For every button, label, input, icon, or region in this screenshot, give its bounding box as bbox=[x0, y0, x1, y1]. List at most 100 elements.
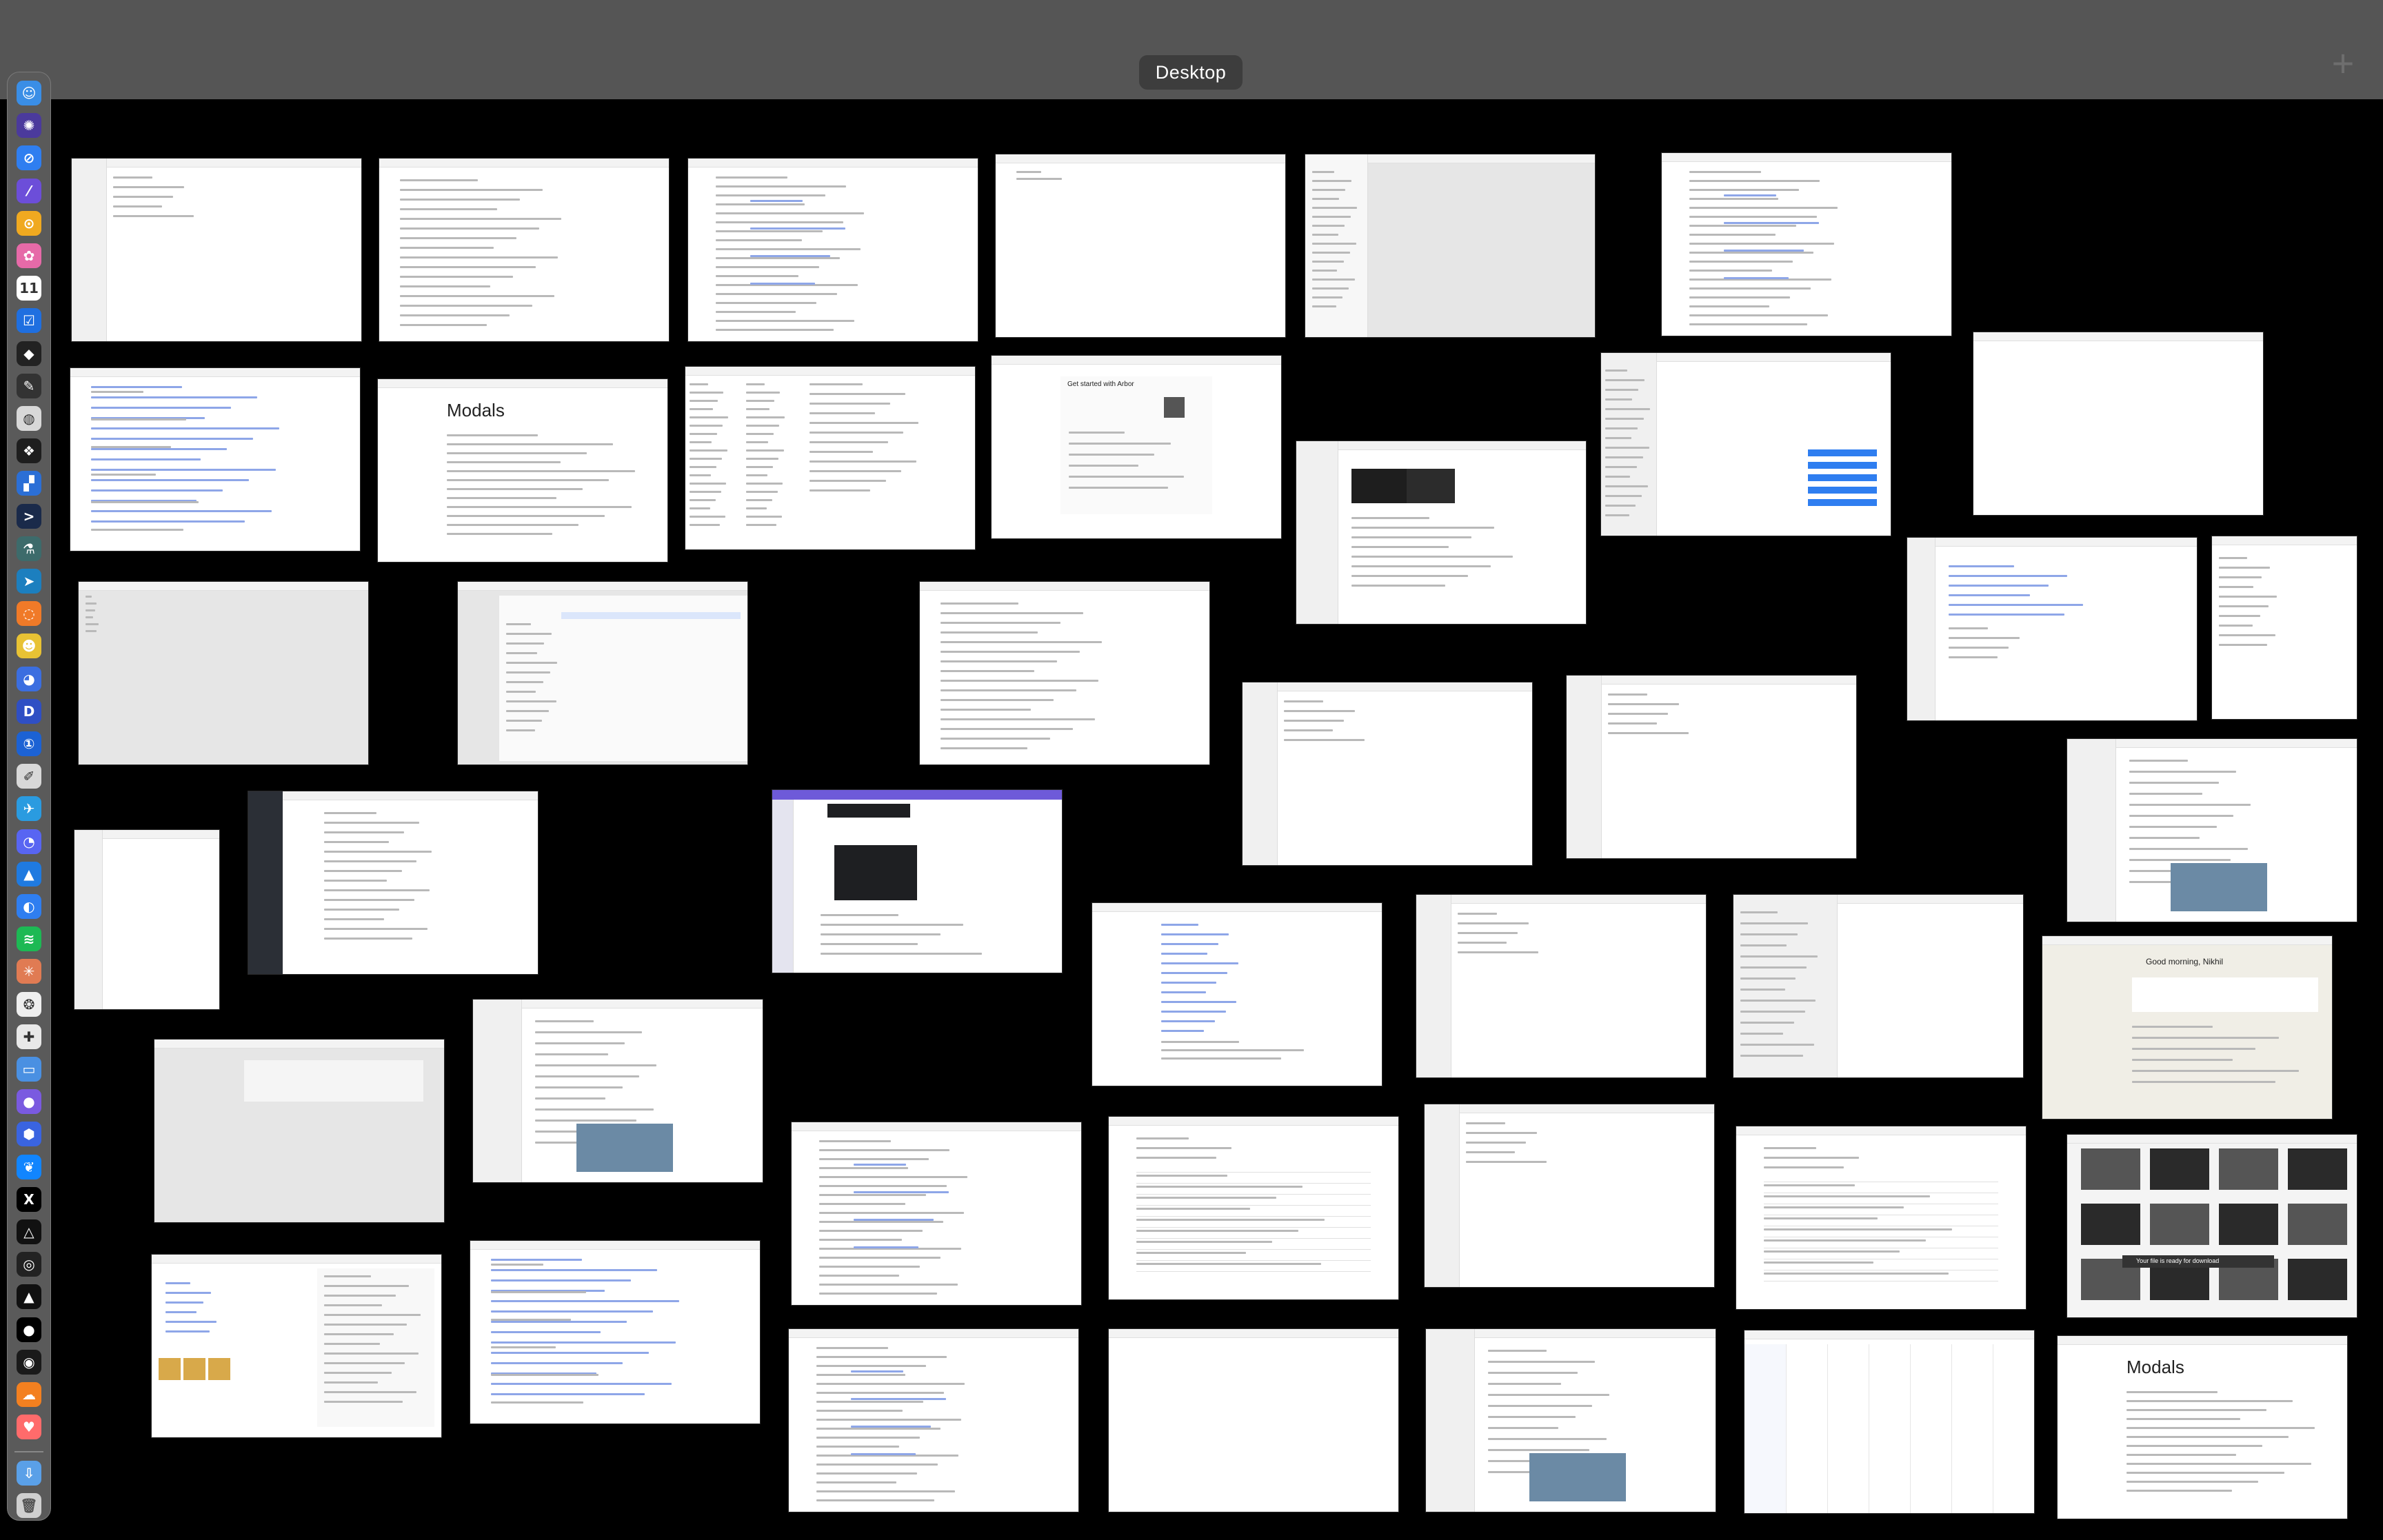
ai-assistant-icon[interactable]: ✺ bbox=[17, 113, 41, 138]
a-app-icon[interactable]: ▲ bbox=[17, 1284, 41, 1309]
text-line bbox=[746, 499, 772, 501]
script-app-icon[interactable]: ✐ bbox=[17, 764, 41, 789]
chatgpt-icon[interactable]: ❂ bbox=[17, 992, 41, 1017]
window-thumbnail-27[interactable] bbox=[1733, 895, 2023, 1077]
tasks-icon[interactable]: ☑ bbox=[17, 308, 41, 333]
window-thumbnail-10[interactable]: Get started with Arbor bbox=[992, 356, 1281, 538]
ring-app-icon[interactable]: ◌ bbox=[17, 601, 41, 626]
text-line bbox=[1764, 1273, 1949, 1275]
text-line bbox=[113, 186, 185, 188]
window-titlebar bbox=[1243, 682, 1532, 691]
window-thumbnail-09[interactable] bbox=[685, 367, 975, 549]
x-app-icon[interactable]: X bbox=[17, 1187, 41, 1212]
orb-app-icon[interactable]: ● bbox=[17, 1089, 41, 1114]
text-line bbox=[1689, 305, 1769, 307]
text-line bbox=[1161, 982, 1217, 984]
slack-icon[interactable]: ✚ bbox=[17, 1024, 41, 1049]
chat-app-icon[interactable]: ◕ bbox=[17, 667, 41, 691]
terminal-icon[interactable]: > bbox=[17, 504, 41, 529]
window-thumbnail-36[interactable] bbox=[152, 1255, 441, 1437]
safari-icon[interactable]: ⊘ bbox=[17, 145, 41, 170]
window-thumbnail-02[interactable] bbox=[379, 159, 669, 341]
window-thumbnail-38[interactable] bbox=[789, 1329, 1078, 1512]
window-thumbnail-31[interactable] bbox=[792, 1122, 1081, 1305]
finder-icon[interactable]: ☺ bbox=[17, 81, 41, 105]
figma-icon[interactable]: ❖ bbox=[17, 438, 41, 463]
window-thumbnail-34[interactable] bbox=[1736, 1126, 2026, 1309]
bluesky-icon[interactable]: ❦ bbox=[17, 1155, 41, 1179]
add-space-button[interactable]: + bbox=[2322, 43, 2364, 84]
lab-app-icon[interactable]: ⚗ bbox=[17, 536, 41, 561]
window-thumbnail-35[interactable]: Your file is ready for download bbox=[2067, 1135, 2357, 1317]
window-thumbnail-18[interactable] bbox=[2212, 536, 2357, 719]
window-thumbnail-39[interactable] bbox=[1109, 1329, 1398, 1512]
circle-app-icon[interactable]: ● bbox=[17, 1317, 41, 1342]
globe-app-icon[interactable]: ◍ bbox=[17, 406, 41, 431]
text-line bbox=[86, 630, 97, 632]
window-thumbnail-14[interactable] bbox=[79, 582, 368, 764]
desktop-space-thumbnail[interactable]: Desktop bbox=[1139, 55, 1243, 90]
window-thumbnail-05[interactable] bbox=[1305, 154, 1595, 337]
window-thumbnail-21[interactable] bbox=[2067, 739, 2357, 922]
text-line bbox=[819, 1266, 920, 1268]
text-line bbox=[2126, 1472, 2285, 1474]
delta-app-icon[interactable]: △ bbox=[17, 1219, 41, 1244]
window-thumbnail-19[interactable] bbox=[1243, 682, 1532, 865]
spotify-icon[interactable]: ≋ bbox=[17, 926, 41, 951]
window-thumbnail-01[interactable] bbox=[72, 159, 361, 341]
health-app-icon[interactable]: ♥ bbox=[17, 1415, 41, 1439]
window-thumbnail-12[interactable] bbox=[1601, 353, 1891, 536]
vpn-app-icon[interactable]: ⬢ bbox=[17, 1122, 41, 1146]
window-thumbnail-24[interactable] bbox=[772, 790, 1062, 973]
window-thumbnail-03[interactable] bbox=[688, 159, 978, 341]
disc-app-icon[interactable]: ◉ bbox=[17, 1350, 41, 1375]
d-app-icon[interactable]: D bbox=[17, 699, 41, 724]
copilot-icon[interactable]: ▞ bbox=[17, 471, 41, 496]
audio-app-icon[interactable]: ◎ bbox=[17, 1252, 41, 1277]
window-thumbnail-25[interactable] bbox=[1092, 903, 1382, 1086]
window-thumbnail-17[interactable] bbox=[1907, 538, 2197, 720]
arc-browser-icon[interactable]: ⁄ bbox=[17, 179, 41, 203]
window-thumbnail-11[interactable] bbox=[1296, 441, 1586, 624]
window-thumbnail-15[interactable] bbox=[458, 582, 747, 764]
browser-c-icon[interactable]: ◐ bbox=[17, 894, 41, 919]
window-thumbnail-42[interactable]: Modals bbox=[2058, 1336, 2347, 1519]
cube-app-icon[interactable]: ◆ bbox=[17, 341, 41, 366]
window-thumbnail-29[interactable] bbox=[154, 1040, 444, 1222]
window-thumbnail-23[interactable] bbox=[248, 791, 538, 974]
window-thumbnail-40[interactable] bbox=[1426, 1329, 1716, 1512]
window-thumbnail-33[interactable] bbox=[1425, 1104, 1714, 1287]
downloads-folder-icon[interactable]: ⇩ bbox=[17, 1461, 41, 1486]
window-thumbnail-32[interactable] bbox=[1109, 1117, 1398, 1299]
window-thumbnail-30[interactable] bbox=[473, 1000, 763, 1182]
trash-icon[interactable]: 🗑 bbox=[17, 1493, 41, 1518]
pen-app-icon[interactable]: ✎ bbox=[17, 374, 41, 398]
window-thumbnail-04[interactable] bbox=[996, 154, 1285, 337]
window-thumbnail-41[interactable] bbox=[1744, 1330, 2034, 1513]
1password-icon[interactable]: ① bbox=[17, 731, 41, 756]
calendar-icon[interactable]: 11 bbox=[17, 276, 41, 301]
yellow-app-icon[interactable]: ☻ bbox=[17, 634, 41, 658]
window-thumbnail-13[interactable] bbox=[1973, 332, 2263, 515]
cursor-icon[interactable]: ➤ bbox=[17, 569, 41, 594]
window-thumbnail-16[interactable] bbox=[920, 582, 1209, 764]
telegram-icon[interactable]: ✈ bbox=[17, 796, 41, 821]
screens-app-icon[interactable]: ▭ bbox=[17, 1057, 41, 1082]
discord-icon[interactable]: ◔ bbox=[17, 829, 41, 854]
transmit-icon[interactable]: ▲ bbox=[17, 862, 41, 886]
photos-icon[interactable]: ✿ bbox=[17, 243, 41, 268]
text-line bbox=[1016, 171, 1041, 173]
window-thumbnail-06[interactable] bbox=[1662, 153, 1951, 336]
notes-app-icon[interactable]: ⊙ bbox=[17, 211, 41, 236]
text-line bbox=[324, 928, 428, 930]
window-thumbnail-26[interactable] bbox=[1416, 895, 1706, 1077]
window-thumbnail-22[interactable] bbox=[74, 830, 219, 1009]
text-line bbox=[1069, 465, 1138, 467]
window-thumbnail-37[interactable] bbox=[470, 1241, 760, 1424]
window-thumbnail-28[interactable]: Good morning, Nikhil bbox=[2042, 936, 2332, 1119]
window-thumbnail-08[interactable]: Modals bbox=[378, 379, 667, 562]
window-thumbnail-07[interactable] bbox=[70, 368, 360, 551]
claude-icon[interactable]: ✳ bbox=[17, 959, 41, 984]
cloud-app-icon[interactable]: ☁ bbox=[17, 1382, 41, 1407]
window-thumbnail-20[interactable] bbox=[1567, 676, 1856, 858]
